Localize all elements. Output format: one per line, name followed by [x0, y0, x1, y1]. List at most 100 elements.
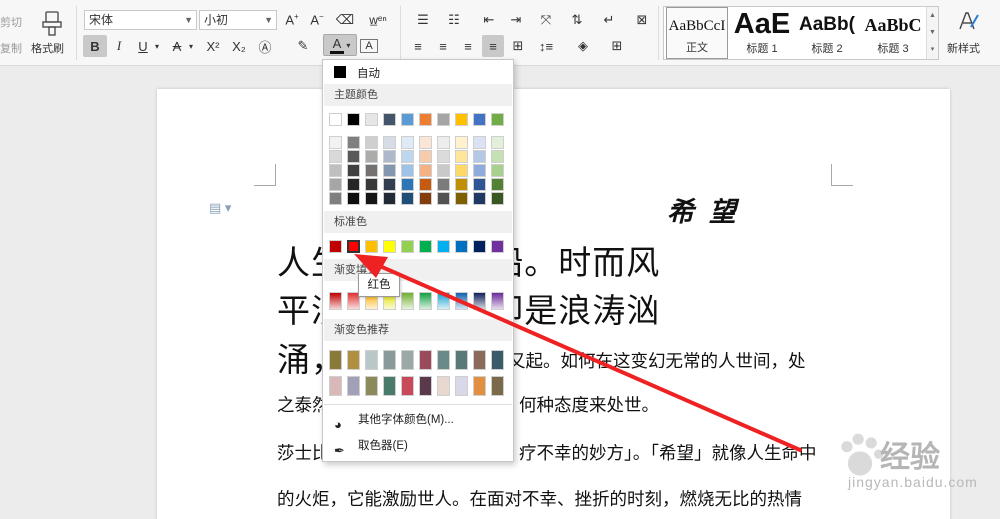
gradient-recommend-swatch[interactable] [329, 350, 342, 370]
theme-shade-swatch[interactable] [401, 164, 414, 177]
theme-color-swatch[interactable] [401, 113, 414, 126]
theme-shade-swatch[interactable] [347, 164, 360, 177]
more-button[interactable]: ⊠ [632, 9, 652, 31]
theme-shade-swatch[interactable] [491, 192, 504, 205]
theme-shade-swatch[interactable] [437, 164, 450, 177]
theme-shade-swatch[interactable] [419, 136, 432, 149]
theme-shade-swatch[interactable] [473, 164, 486, 177]
clear-format-button[interactable]: ⌫ [334, 9, 356, 31]
superscript-button[interactable]: X² [202, 35, 224, 57]
theme-shade-swatch[interactable] [419, 150, 432, 163]
gradient-swatch[interactable] [473, 292, 486, 310]
theme-shade-swatch[interactable] [383, 164, 396, 177]
theme-shade-swatch[interactable] [473, 192, 486, 205]
gradient-recommend-swatch[interactable] [473, 350, 486, 370]
theme-color-swatch[interactable] [455, 113, 468, 126]
underline-button[interactable]: U [134, 35, 152, 57]
gradient-swatch[interactable] [329, 292, 342, 310]
theme-shade-swatch[interactable] [437, 136, 450, 149]
gradient-recommend-swatch[interactable] [473, 376, 486, 396]
copy-button[interactable]: 复制 [0, 40, 22, 56]
theme-color-swatch[interactable] [329, 113, 342, 126]
italic-button[interactable]: I [110, 35, 128, 57]
standard-color-swatch[interactable] [419, 240, 432, 253]
theme-shade-swatch[interactable] [491, 178, 504, 191]
theme-shade-swatch[interactable] [383, 150, 396, 163]
theme-shade-swatch[interactable] [365, 136, 378, 149]
theme-shade-swatch[interactable] [347, 150, 360, 163]
standard-color-swatch[interactable] [346, 239, 361, 254]
font-color-button[interactable]: A ▾ [323, 34, 357, 56]
auto-color-item[interactable]: 自动 [324, 62, 512, 82]
more-colors-item[interactable]: ◕ 其他字体颜色(M)... [324, 408, 512, 432]
theme-shade-swatch[interactable] [491, 136, 504, 149]
gradient-recommend-swatch[interactable] [419, 350, 432, 370]
gradient-recommend-swatch[interactable] [491, 350, 504, 370]
theme-shade-swatch[interactable] [455, 164, 468, 177]
theme-shade-swatch[interactable] [401, 192, 414, 205]
highlight-button[interactable]: ✎ [290, 35, 316, 57]
align-right-button[interactable]: ≡ [458, 35, 478, 57]
theme-shade-swatch[interactable] [455, 178, 468, 191]
theme-shade-swatch[interactable] [473, 178, 486, 191]
theme-color-swatch[interactable] [383, 113, 396, 126]
shading-button[interactable]: ◈ [570, 35, 596, 57]
gradient-recommend-swatch[interactable] [365, 350, 378, 370]
distributed-button[interactable]: ⊞ [508, 35, 528, 57]
theme-shade-swatch[interactable] [329, 192, 342, 205]
justify-button[interactable]: ≡ [482, 35, 504, 57]
theme-shade-swatch[interactable] [347, 178, 360, 191]
theme-shade-swatch[interactable] [437, 150, 450, 163]
theme-shade-swatch[interactable] [491, 150, 504, 163]
style-heading-3[interactable]: AaBbC 标题 3 [861, 7, 925, 59]
subscript-button[interactable]: X₂ [228, 35, 250, 57]
theme-shade-swatch[interactable] [365, 178, 378, 191]
theme-color-swatch[interactable] [491, 113, 504, 126]
gradient-swatch[interactable] [437, 292, 450, 310]
phonetic-guide-button[interactable]: w̲ᵉⁿ [364, 9, 392, 31]
gradient-recommend-swatch[interactable] [401, 376, 414, 396]
theme-shade-swatch[interactable] [455, 150, 468, 163]
standard-color-swatch[interactable] [383, 240, 396, 253]
theme-shade-swatch[interactable] [419, 164, 432, 177]
shrink-font-button[interactable]: A− [308, 9, 326, 31]
theme-shade-swatch[interactable] [401, 150, 414, 163]
underline-dropdown[interactable]: ▾ [152, 35, 162, 57]
gradient-recommend-swatch[interactable] [491, 376, 504, 396]
gradient-recommend-swatch[interactable] [365, 376, 378, 396]
style-heading-1[interactable]: AaE 标题 1 [731, 7, 793, 59]
gradient-swatch[interactable] [491, 292, 504, 310]
theme-shade-swatch[interactable] [329, 164, 342, 177]
standard-color-swatch[interactable] [329, 240, 342, 253]
char-border-button[interactable]: A [360, 39, 378, 53]
gradient-recommend-swatch[interactable] [437, 350, 450, 370]
gradient-recommend-swatch[interactable] [455, 350, 468, 370]
gradient-recommend-swatch[interactable] [347, 376, 360, 396]
theme-shade-swatch[interactable] [347, 192, 360, 205]
standard-color-swatch[interactable] [473, 240, 486, 253]
numbered-list-button[interactable]: ☷ [441, 9, 467, 31]
standard-color-swatch[interactable] [491, 240, 504, 253]
theme-shade-swatch[interactable] [437, 192, 450, 205]
sort-button[interactable]: ⇅ [567, 9, 587, 31]
grow-font-button[interactable]: A+ [283, 9, 301, 31]
gradient-recommend-swatch[interactable] [455, 376, 468, 396]
standard-color-swatch[interactable] [365, 240, 378, 253]
theme-shade-swatch[interactable] [401, 178, 414, 191]
theme-shade-swatch[interactable] [329, 136, 342, 149]
theme-shade-swatch[interactable] [419, 178, 432, 191]
theme-color-swatch[interactable] [473, 113, 486, 126]
line-spacing-button[interactable]: ↕≡ [533, 35, 559, 57]
increase-indent-button[interactable]: ⇥ [506, 9, 526, 31]
new-style-button[interactable]: 新样式 [946, 6, 990, 58]
cut-button[interactable]: 剪切 [0, 14, 22, 30]
align-center-button[interactable]: ≡ [433, 35, 453, 57]
show-marks-button[interactable]: ↵ [596, 9, 622, 31]
bold-button[interactable]: B [83, 35, 107, 57]
gradient-recommend-swatch[interactable] [383, 350, 396, 370]
theme-shade-swatch[interactable] [473, 150, 486, 163]
theme-shade-swatch[interactable] [437, 178, 450, 191]
borders-button[interactable]: ⊞ [604, 35, 630, 57]
theme-color-swatch[interactable] [347, 113, 360, 126]
theme-shade-swatch[interactable] [455, 192, 468, 205]
